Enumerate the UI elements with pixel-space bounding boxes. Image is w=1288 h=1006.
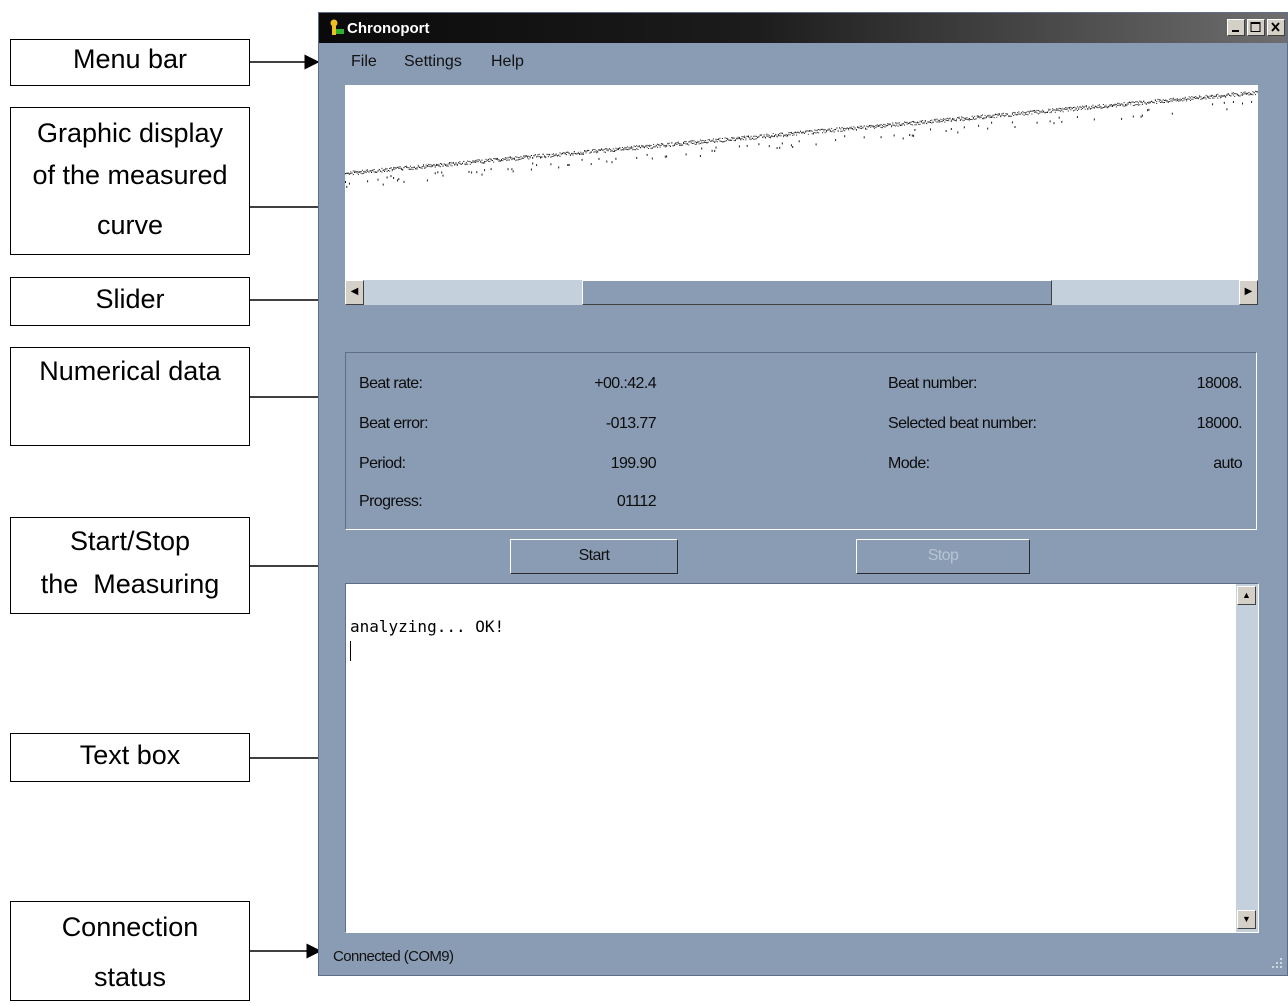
menu-settings[interactable]: Settings [404,53,462,71]
mode-value: auto [1213,455,1242,473]
annotation-menu-bar: Menu bar [10,39,250,86]
close-icon [1268,20,1284,35]
period-value: 199.90 [611,455,656,473]
beat-error-label: Beat error: [359,415,428,433]
beat-number-value: 18008. [1197,375,1242,393]
stop-button[interactable]: Stop [856,539,1030,574]
menu-help[interactable]: Help [491,53,524,71]
log-text: analyzing... OK! [350,617,504,636]
close-button[interactable] [1267,19,1285,36]
maximize-icon [1248,20,1264,35]
horizontal-slider[interactable]: ◀ ▶ [345,280,1258,305]
menu-bar: File Settings Help [319,51,1287,75]
vertical-scrollbar[interactable]: ▲ ▼ [1236,584,1258,932]
selected-beat-number-value: 18000. [1197,415,1242,433]
selected-beat-number-label: Selected beat number: [888,415,1036,433]
annotation-text: Connection [11,906,249,948]
text-caret [350,641,351,661]
annotation-slider: Slider [10,277,250,326]
annotation-text: of the measured [11,150,249,200]
numerical-data-panel: Beat rate: +00.:42.4 Beat error: -013.77… [345,352,1257,530]
menu-file[interactable]: File [351,53,377,71]
log-text-box[interactable]: analyzing... OK! ▲ ▼ [345,583,1259,933]
scroll-left-button[interactable]: ◀ [345,280,364,305]
progress-label: Progress: [359,493,422,511]
beat-rate-label: Beat rate: [359,375,422,393]
annotation-text: Start/Stop [11,523,249,559]
status-bar: Connected (COM9) [319,939,1287,975]
annotation-text: the Measuring [11,559,249,609]
chronoport-window: Chronoport File Settings Help ◀ ▶ Beat r… [318,12,1288,976]
resize-grip-icon[interactable] [1269,955,1283,969]
annotation-numerical-data: Numerical data [10,347,250,446]
annotation-text: status [11,948,249,1006]
beat-rate-value: +00.:42.4 [594,375,656,393]
scroll-down-button[interactable]: ▼ [1237,910,1256,929]
minimize-button[interactable] [1227,19,1245,36]
beat-error-value: -013.77 [606,415,656,433]
app-icon [329,19,345,37]
annotation-text: Text box [11,740,249,771]
window-title: Chronoport [347,20,429,37]
beat-number-label: Beat number: [888,375,977,393]
title-bar[interactable]: Chronoport [319,13,1287,43]
slider-thumb[interactable] [582,280,1052,305]
scroll-up-button[interactable]: ▲ [1237,586,1256,605]
annotation-text: Numerical data [11,356,249,387]
start-button[interactable]: Start [510,539,678,574]
annotation-text: curve [11,200,249,250]
annotation-graphic-display: Graphic display of the measured curve [10,107,250,255]
annotation-text: Slider [11,284,249,315]
measured-curve-display[interactable] [345,85,1258,280]
progress-value: 01112 [617,493,656,511]
annotation-connection-status: Connection status [10,901,250,1001]
annotation-text: Graphic display [11,116,249,150]
annotation-text-box: Text box [10,733,250,782]
minimize-icon [1228,20,1244,35]
annotation-start-stop: Start/Stop the Measuring [10,517,250,614]
annotation-text: Menu bar [11,44,249,75]
scroll-right-button[interactable]: ▶ [1239,280,1258,305]
period-label: Period: [359,455,406,473]
maximize-button[interactable] [1247,19,1265,36]
curve-plot [345,85,1258,280]
mode-label: Mode: [888,455,929,473]
connection-status: Connected (COM9) [333,948,453,965]
